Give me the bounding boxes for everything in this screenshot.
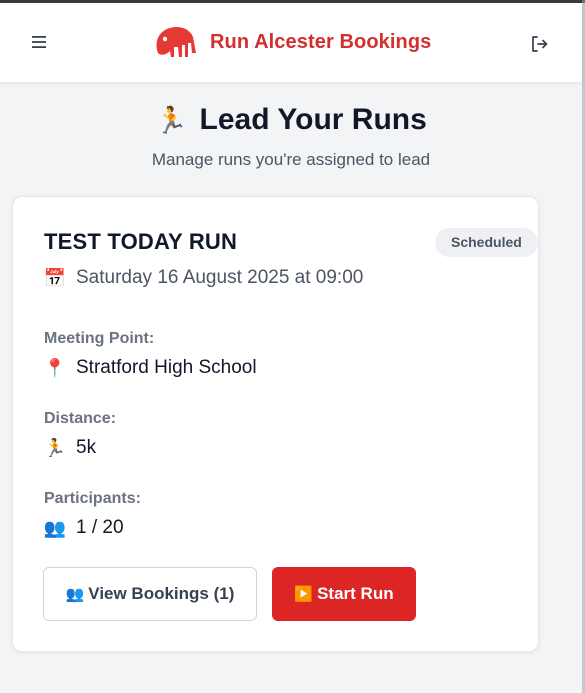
meeting-point-row: 📍 Stratford High School [44, 357, 257, 379]
runner-icon: 🏃 [155, 105, 188, 135]
start-run-button[interactable]: ▶️ Start Run [272, 567, 416, 621]
participants-label: Participants: [44, 490, 141, 507]
distance-value: 5k [76, 437, 97, 458]
play-icon: ▶️ [294, 586, 314, 603]
pin-icon: 📍 [43, 357, 67, 378]
status-badge: Scheduled [435, 228, 538, 257]
run-date-row: 📅 Saturday 16 August 2025 at 09:00 [43, 267, 364, 289]
hamburger-menu-icon [32, 36, 46, 48]
participants-row: 👥 1 / 20 [44, 517, 124, 539]
people-icon: 👥 [65, 586, 85, 603]
menu-button[interactable] [27, 30, 51, 54]
page-subtitle: Manage runs you're assigned to lead [151, 150, 431, 169]
view-bookings-label: View Bookings (1) [88, 584, 235, 603]
distance-label: Distance: [44, 410, 117, 427]
view-bookings-button[interactable]: 👥 View Bookings (1) [43, 567, 257, 621]
brand-title[interactable]: Run Alcester Bookings [210, 31, 431, 54]
run-card: TEST TODAY RUN Scheduled 📅 Saturday 16 A… [12, 196, 539, 652]
people-icon: 👥 [43, 517, 67, 538]
logout-icon [532, 36, 548, 52]
logout-button[interactable] [527, 32, 551, 56]
run-date: Saturday 16 August 2025 at 09:00 [76, 267, 364, 288]
page-title-row: 🏃 Lead Your Runs [0, 100, 582, 140]
distance-row: 🏃 5k [44, 437, 96, 459]
participants-value: 1 / 20 [76, 517, 124, 538]
run-name: TEST TODAY RUN [44, 229, 238, 254]
meeting-point-label: Meeting Point: [44, 330, 155, 347]
app-header: Run Alcester Bookings [0, 3, 582, 83]
calendar-icon: 📅 [43, 267, 67, 288]
start-run-label: Start Run [317, 584, 394, 603]
runner-icon: 🏃 [43, 437, 67, 458]
page-title: Lead Your Runs [199, 103, 427, 136]
meeting-point-value: Stratford High School [76, 357, 257, 378]
run-alcester-logo[interactable] [152, 23, 198, 63]
